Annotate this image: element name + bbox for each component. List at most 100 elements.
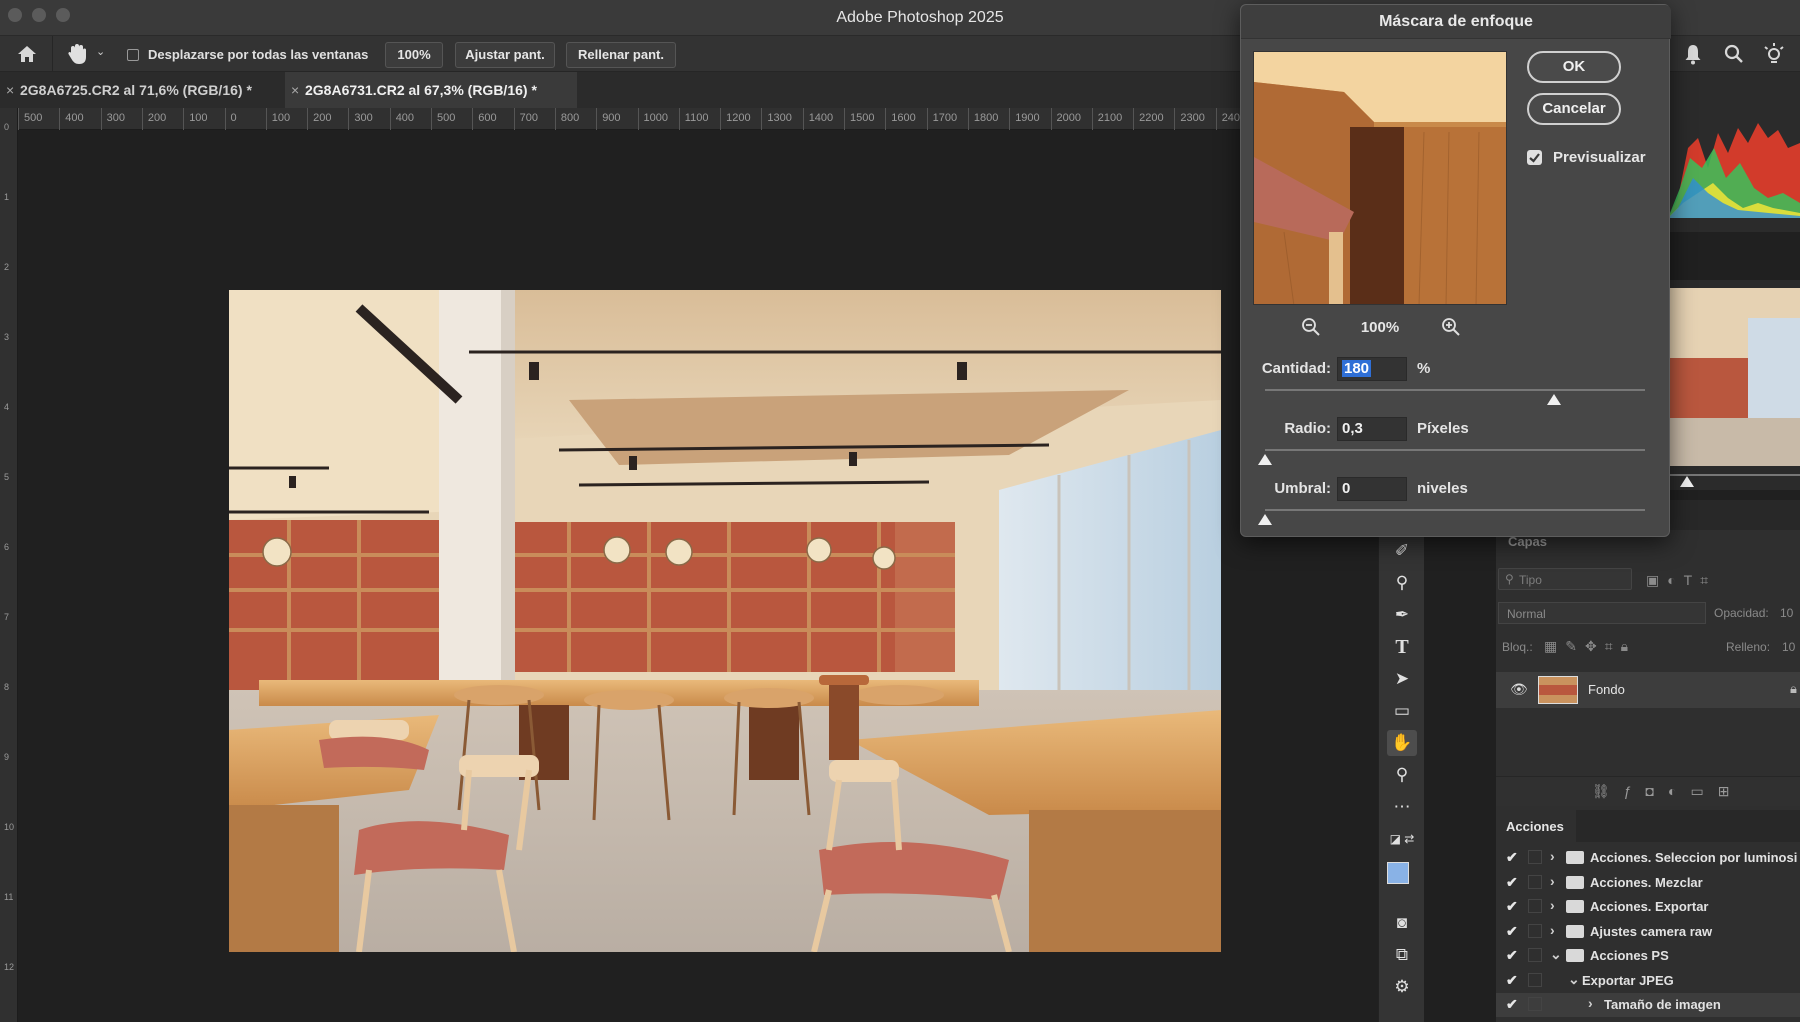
pen-tool-icon[interactable]: ✒ xyxy=(1387,602,1417,628)
brush-tool-icon[interactable]: ✐ xyxy=(1387,538,1417,564)
threshold-slider-thumb[interactable] xyxy=(1258,514,1272,525)
radius-slider-thumb[interactable] xyxy=(1258,454,1272,465)
tab-actions[interactable]: Acciones xyxy=(1496,810,1576,842)
ruler-tick-label: 3 xyxy=(4,332,10,342)
cancel-button[interactable]: Cancelar xyxy=(1527,93,1621,125)
action-enabled-check-icon[interactable]: ✔ xyxy=(1506,947,1518,964)
amount-slider-thumb[interactable] xyxy=(1546,394,1561,405)
action-label: Acciones. Exportar xyxy=(1590,899,1709,914)
path-selection-icon[interactable]: ➤ xyxy=(1387,666,1417,692)
zoom-tool-icon[interactable]: ⚲ xyxy=(1387,762,1417,788)
rectangle-tool-icon[interactable]: ▭ xyxy=(1387,698,1417,724)
layer-footer-icons[interactable]: ⛓ƒ◘◐▭⊞ xyxy=(1592,783,1743,800)
action-label: Exportar JPEG xyxy=(1582,972,1674,988)
close-tab-icon[interactable]: × xyxy=(291,72,299,108)
action-enabled-check-icon[interactable]: ✔ xyxy=(1506,898,1518,915)
layer-filter-icons[interactable]: ▣◐T⌗ xyxy=(1646,572,1716,589)
scroll-all-checkbox[interactable] xyxy=(127,49,139,61)
action-enabled-check-icon[interactable]: ✔ xyxy=(1506,996,1518,1013)
chevron-down-icon[interactable]: ⌄ xyxy=(1568,971,1580,988)
foreground-color-swatch[interactable] xyxy=(1387,862,1409,884)
fit-screen-button[interactable]: Ajustar pant. xyxy=(455,42,555,68)
action-row[interactable]: ✔ › Tamaño de imagen xyxy=(1496,993,1800,1017)
layer-row-fondo[interactable]: 👁︎ Fondo 🔒︎ xyxy=(1496,672,1800,708)
chevron-down-icon[interactable]: ⌄ xyxy=(96,45,105,58)
home-icon[interactable] xyxy=(14,42,40,66)
chevron-right-icon[interactable]: › xyxy=(1588,995,1593,1011)
zoom-100-button[interactable]: 100% xyxy=(385,42,443,68)
action-row[interactable]: ✔ › Acciones. Mezclar xyxy=(1496,871,1800,895)
zoom-out-icon[interactable] xyxy=(1301,317,1321,337)
chevron-right-icon[interactable]: › xyxy=(1550,848,1555,864)
action-enabled-check-icon[interactable]: ✔ xyxy=(1506,874,1518,891)
action-row[interactable]: ✔ › Acciones. Exportar xyxy=(1496,895,1800,919)
ruler-tick-label: 400 xyxy=(65,112,84,124)
content-credentials-icon[interactable]: ⚙ xyxy=(1387,974,1417,1000)
preview-checkbox[interactable] xyxy=(1527,150,1542,165)
preview-image[interactable] xyxy=(1253,51,1507,305)
visibility-eye-icon[interactable]: 👁︎ xyxy=(1510,681,1528,698)
amount-slider-track[interactable] xyxy=(1265,389,1645,391)
default-colors-icon[interactable]: ◪ ⇄ xyxy=(1387,826,1417,852)
document-image[interactable] xyxy=(229,290,1221,952)
radius-slider-track[interactable] xyxy=(1265,449,1645,451)
dialog-toggle-box[interactable] xyxy=(1528,948,1542,962)
action-row[interactable]: ✔ › Ajustes camera raw xyxy=(1496,920,1800,944)
chevron-right-icon[interactable]: › xyxy=(1550,897,1555,913)
hand-tool-icon[interactable]: ✋ xyxy=(1387,730,1417,756)
navigator-zoom-thumb[interactable] xyxy=(1680,476,1694,487)
fill-value[interactable]: 10 xyxy=(1782,640,1795,654)
dialog-toggle-box[interactable] xyxy=(1528,874,1542,889)
dialog-toggle-box[interactable] xyxy=(1528,972,1542,987)
preview-label: Previsualizar xyxy=(1553,149,1646,166)
quick-mask-icon[interactable]: ◙ xyxy=(1387,910,1417,936)
amount-input[interactable]: 180 xyxy=(1337,357,1407,381)
chevron-down-icon[interactable]: ⌄ xyxy=(1550,946,1562,963)
opacity-value[interactable]: 10 xyxy=(1780,606,1793,620)
ruler-tick xyxy=(1215,108,1217,130)
zoom-in-icon[interactable] xyxy=(1441,317,1461,337)
action-enabled-check-icon[interactable]: ✔ xyxy=(1506,923,1518,940)
action-label: Acciones PS xyxy=(1590,948,1669,963)
more-tools-icon[interactable]: ⋯ xyxy=(1387,794,1417,820)
dialog-toggle-box[interactable] xyxy=(1528,899,1542,913)
action-enabled-check-icon[interactable]: ✔ xyxy=(1506,972,1518,989)
tab-document-2[interactable]: × 2G8A6731.CR2 al 67,3% (RGB/16) * xyxy=(285,72,577,108)
fill-screen-button[interactable]: Rellenar pant. xyxy=(566,42,676,68)
ruler-tick-label: 500 xyxy=(437,112,456,124)
ruler-tick xyxy=(265,108,267,130)
preview-crop xyxy=(1254,52,1506,304)
close-tab-icon[interactable]: × xyxy=(6,72,14,108)
lock-icons[interactable]: ▦✎✥⌗🔒︎ xyxy=(1544,638,1636,655)
ruler-tick-label: 400 xyxy=(395,112,415,124)
dialog-toggle-box[interactable] xyxy=(1528,997,1542,1011)
action-row[interactable]: ✔ › Acciones. Seleccion por luminosi xyxy=(1496,846,1800,870)
tab-actions-label: Acciones xyxy=(1506,819,1564,834)
type-tool-icon[interactable]: T xyxy=(1387,634,1417,660)
hand-tool-icon[interactable] xyxy=(64,41,90,67)
ok-button[interactable]: OK xyxy=(1527,51,1621,83)
navigator-thumbnail[interactable] xyxy=(1668,288,1800,466)
ruler-tick xyxy=(513,108,515,130)
layer-filter-select[interactable]: ⚲ Tipo xyxy=(1498,568,1632,590)
action-enabled-check-icon[interactable]: ✔ xyxy=(1506,849,1518,866)
dodge-tool-icon[interactable]: ⚲ xyxy=(1387,570,1417,596)
discover-lightbulb-icon[interactable] xyxy=(1762,42,1786,66)
chevron-right-icon[interactable]: › xyxy=(1550,922,1555,938)
dialog-toggle-box[interactable] xyxy=(1528,850,1542,864)
action-row[interactable]: ✔ ⌄ Exportar JPEG xyxy=(1496,969,1800,993)
tab-document-1[interactable]: × 2G8A6725.CR2 al 71,6% (RGB/16) * xyxy=(0,72,282,108)
ruler-tick xyxy=(1050,108,1052,130)
ruler-tick-label: 1200 xyxy=(726,112,751,124)
notifications-icon[interactable] xyxy=(1682,42,1704,66)
threshold-slider-track[interactable] xyxy=(1265,509,1645,511)
blend-mode-select[interactable]: Normal xyxy=(1498,602,1706,624)
screen-mode-icon[interactable]: ⧉ xyxy=(1387,942,1417,968)
dialog-toggle-box[interactable] xyxy=(1528,923,1542,938)
threshold-input[interactable]: 0 xyxy=(1337,477,1407,501)
action-row[interactable]: ✔ ⌄ Acciones PS xyxy=(1496,944,1800,968)
search-icon[interactable] xyxy=(1723,43,1745,65)
ruler-tick xyxy=(844,108,845,130)
chevron-right-icon[interactable]: › xyxy=(1550,873,1555,889)
radius-input[interactable]: 0,3 xyxy=(1337,417,1407,441)
